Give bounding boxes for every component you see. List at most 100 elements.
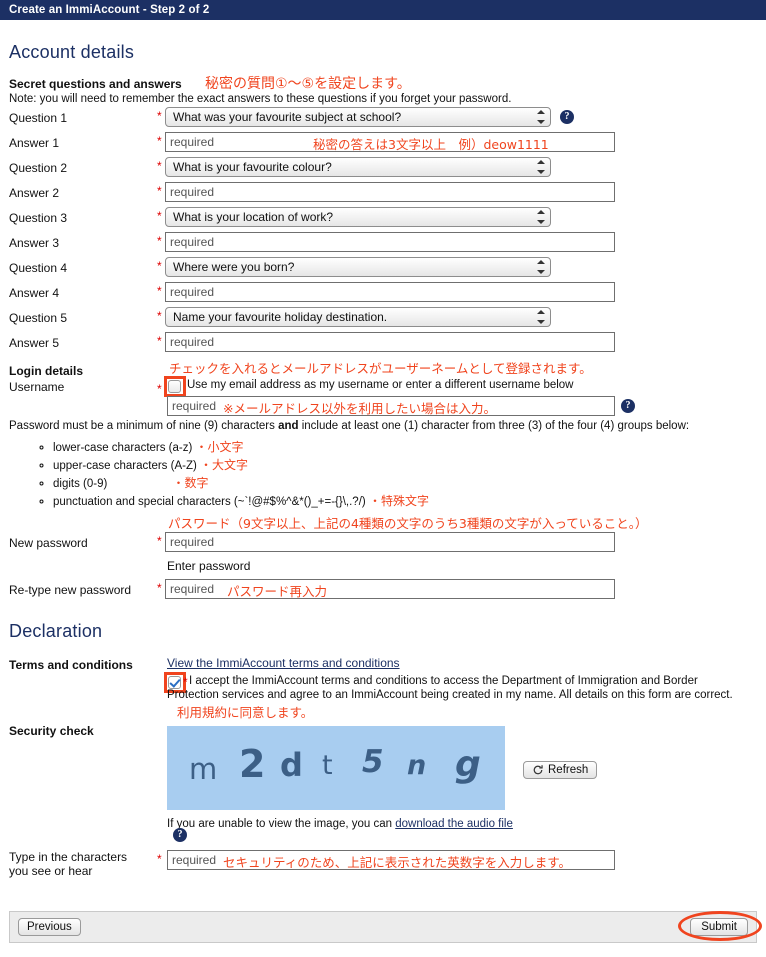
select-wrap-question-4: Where were you born? [165, 257, 551, 277]
label-type-characters-line1: Type in the characters [9, 850, 128, 864]
refresh-captcha-button[interactable]: Refresh [523, 761, 598, 779]
input-answer-3[interactable] [165, 232, 615, 252]
label-question-3: Question 3 [9, 211, 68, 225]
password-rule-item: upper-case characters (A-Z) ・大文字 [53, 457, 757, 474]
help-icon-security-check[interactable]: ? [173, 828, 187, 842]
form-row-answer-2: Answer 2 * [9, 182, 757, 207]
section-heading-account-details: Account details [9, 42, 135, 62]
refresh-icon [533, 765, 543, 775]
form-row-question-5: Question 5 * Name your favourite holiday… [9, 307, 757, 332]
label-type-characters-line2: you see or hear [9, 864, 93, 878]
required-marker: * [157, 852, 162, 866]
previous-button[interactable]: Previous [18, 918, 81, 936]
input-answer-4[interactable] [165, 282, 615, 302]
select-question-3[interactable]: What is your location of work? [165, 207, 551, 227]
label-question-2: Question 2 [9, 161, 68, 175]
password-rule-item: digits (0-9) ・数字 [53, 475, 757, 492]
required-marker: * [157, 534, 162, 548]
form-row-question-4: Question 4 * Where were you born? [9, 257, 757, 282]
form-row-answer-4: Answer 4 * [9, 282, 757, 307]
page-content: Account details Secret questions and ans… [0, 42, 766, 880]
required-marker: * [157, 382, 162, 396]
required-marker: * [157, 234, 162, 248]
checkbox-use-email-as-username[interactable] [168, 380, 181, 393]
form-action-bar: Previous Submit [9, 911, 757, 943]
form-row-question-3: Question 3 * What is your location of wo… [9, 207, 757, 232]
page-title: Create an ImmiAccount - Step 2 of 2 [9, 4, 210, 16]
input-answer-5[interactable] [165, 332, 615, 352]
captcha-char: t [322, 750, 333, 781]
label-question-4: Question 4 [9, 261, 68, 275]
section-heading-declaration: Declaration [9, 621, 103, 641]
captcha-image: m 2 d t 5 n g [167, 726, 505, 810]
captcha-char: m [189, 752, 218, 786]
terms-accept-text-line2: Protection services and agree to an Immi… [167, 689, 733, 701]
annotation-username-checkbox: チェックを入れるとメールアドレスがユーザーネームとして登録されます。 [169, 361, 592, 376]
select-question-2[interactable]: What is your favourite colour? [165, 157, 551, 177]
captcha-char: n [407, 750, 427, 781]
form-row-retype-password: Re-type new password * パスワード再入力 [9, 579, 757, 604]
label-question-1: Question 1 [9, 111, 68, 125]
label-security-check: Security check [9, 724, 94, 738]
required-marker: * [157, 109, 162, 123]
annotation-rule-lowercase: ・小文字 [195, 440, 244, 454]
required-marker: * [157, 309, 162, 323]
label-answer-3: Answer 3 [9, 236, 60, 250]
label-answer-5: Answer 5 [9, 336, 60, 350]
captcha-char: 5 [362, 744, 384, 780]
help-icon-username[interactable]: ? [621, 399, 635, 413]
select-question-5[interactable]: Name your favourite holiday destination. [165, 307, 551, 327]
checkbox-accept-terms[interactable] [168, 676, 181, 689]
previous-button-label: Previous [27, 921, 72, 933]
annotation-accept-terms: 利用規約に同意します。 [177, 705, 314, 720]
login-details-heading: Login details [9, 364, 84, 378]
required-marker: * [157, 184, 162, 198]
label-terms-and-conditions: Terms and conditions [9, 658, 133, 672]
select-wrap-question-3: What is your location of work? [165, 207, 551, 227]
password-rule-item: lower-case characters (a-z) ・小文字 [53, 439, 757, 456]
form-row-answer-1: Answer 1 * 秘密の答えは3文字以上 例）deow1111 [9, 132, 757, 157]
annotation-username-field: ※メールアドレス以外を利用したい場合は入力。 [223, 401, 496, 416]
input-new-password[interactable] [165, 532, 615, 552]
required-marker: * [157, 134, 162, 148]
annotation-rule-special: ・特殊文字 [368, 494, 429, 508]
submit-button-label: Submit [701, 921, 737, 933]
captcha-char: d [280, 746, 303, 784]
refresh-button-label: Refresh [548, 764, 589, 776]
label-new-password: New password [9, 536, 88, 550]
annotation-password-summary: パスワード（9文字以上、上記の4種類の文字のうち3種類の文字が入っていること。） [168, 516, 648, 531]
annotation-answer-1: 秘密の答えは3文字以上 例）deow1111 [313, 137, 549, 152]
password-rule-list: lower-case characters (a-z) ・小文字 upper-c… [9, 439, 757, 510]
secret-questions-heading: Secret questions and answers [9, 77, 182, 91]
label-answer-1: Answer 1 [9, 136, 60, 150]
required-marker: * [157, 259, 162, 273]
annotation-retype-password: パスワード再入力 [227, 584, 328, 599]
annotation-security-input: セキュリティのため、上記に表示された英数字を入力します。 [223, 855, 572, 870]
annotation-secret-questions: 秘密の質問①〜⑤を設定します。 [205, 76, 411, 92]
input-answer-2[interactable] [165, 182, 615, 202]
select-question-4[interactable]: Where were you born? [165, 257, 551, 277]
hint-enter-password: Enter password [167, 559, 251, 573]
help-icon-question-1[interactable]: ? [560, 110, 574, 124]
form-row-answer-3: Answer 3 * [9, 232, 757, 257]
select-wrap-question-2: What is your favourite colour? [165, 157, 551, 177]
required-marker: * [157, 159, 162, 173]
terms-accept-text-line1: I accept the ImmiAccount terms and condi… [189, 675, 698, 687]
annotation-rule-uppercase: ・大文字 [200, 458, 249, 472]
password-rule-item: punctuation and special characters (~`!@… [53, 493, 757, 510]
annotation-rule-digits: ・数字 [172, 476, 209, 490]
required-marker: * [157, 209, 162, 223]
captcha-char: 2 [239, 742, 266, 786]
form-row-new-password: New password * [9, 532, 757, 557]
secret-questions-note: Note: you will need to remember the exac… [9, 93, 512, 105]
label-answer-4: Answer 4 [9, 286, 60, 300]
submit-button[interactable]: Submit [690, 918, 748, 936]
label-answer-2: Answer 2 [9, 186, 60, 200]
select-question-1[interactable]: What was your favourite subject at schoo… [165, 107, 551, 127]
select-wrap-question-5: Name your favourite holiday destination. [165, 307, 551, 327]
label-retype-password: Re-type new password [9, 583, 132, 597]
link-view-terms[interactable]: View the ImmiAccount terms and condition… [167, 656, 400, 670]
required-marker: * [157, 334, 162, 348]
password-rule-intro: Password must be a minimum of nine (9) c… [9, 420, 690, 432]
label-question-5: Question 5 [9, 311, 68, 325]
